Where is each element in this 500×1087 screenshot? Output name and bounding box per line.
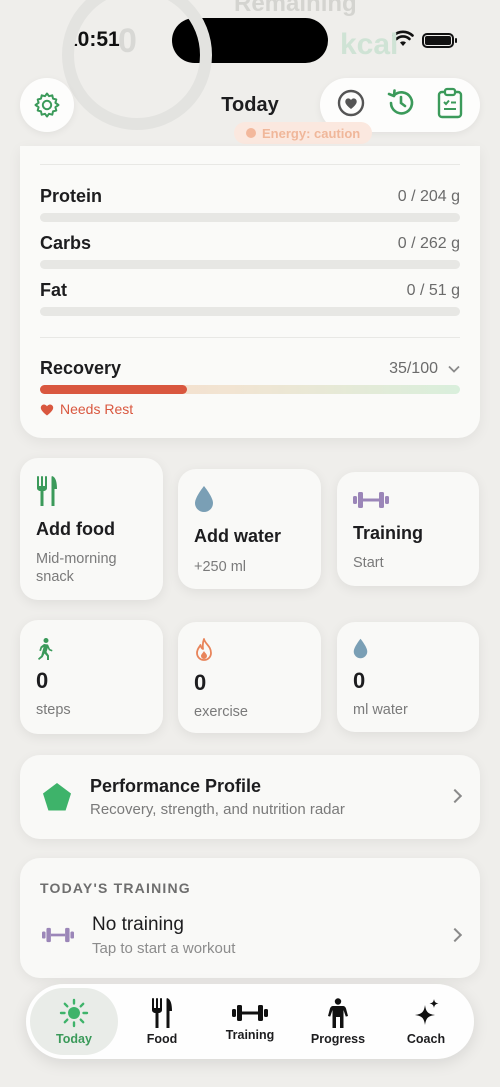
history-button[interactable] <box>385 87 417 124</box>
training-start-button[interactable]: Training Start <box>337 472 479 586</box>
macro-row-carbs: Carbs 0 / 262 g <box>40 233 460 273</box>
person-icon <box>328 997 348 1028</box>
recovery-progress-track <box>40 385 460 394</box>
checklist-button[interactable] <box>436 87 464 124</box>
tab-label: Food <box>146 1031 178 1046</box>
training-status-title: No training <box>92 914 184 935</box>
profile-subtitle: Recovery, strength, and nutrition radar <box>90 801 345 818</box>
recovery-score-value: 35/100 <box>389 360 438 377</box>
recovery-progress-bar <box>40 385 187 394</box>
utensils-icon <box>152 997 172 1028</box>
steps-value: 0 <box>36 668 49 693</box>
steps-label: steps <box>36 702 71 718</box>
macro-progress-track <box>40 260 460 269</box>
macro-row-protein: Protein 0 / 204 g <box>40 186 460 226</box>
recovery-status-label: Needs Rest <box>60 401 134 417</box>
tab-label: Coach <box>406 1031 446 1046</box>
macros-card: Protein 0 / 204 g Carbs 0 / 262 g Fat 0 … <box>20 146 480 438</box>
sun-icon <box>59 998 89 1027</box>
profile-title: Performance Profile <box>90 776 262 796</box>
heart-icon <box>40 403 54 415</box>
water-stat[interactable]: 0 ml water <box>337 622 479 732</box>
macro-progress-track <box>40 213 460 222</box>
macro-value: 0 / 204 g <box>397 188 460 205</box>
chevron-down-icon <box>448 365 460 373</box>
battery-icon <box>422 33 457 48</box>
tab-label: Progress <box>310 1031 366 1046</box>
energy-badge-label: Energy: caution <box>262 125 361 141</box>
tab-today[interactable]: Today <box>30 988 118 1055</box>
flame-icon <box>196 638 212 661</box>
steps-stat[interactable]: 0 steps <box>20 620 163 734</box>
water-label: ml water <box>353 702 408 718</box>
chevron-right-icon <box>447 927 463 943</box>
training-status-subtitle: Tap to start a workout <box>92 940 236 957</box>
recovery-status: Needs Rest <box>40 401 133 417</box>
chevron-right-icon <box>447 788 463 804</box>
macro-name: Carbs <box>40 233 92 253</box>
tab-bar: Today Food Training Progress Coach <box>26 984 474 1059</box>
history-icon <box>387 88 414 115</box>
add-water-title: Add water <box>194 526 282 546</box>
dumbbell-icon <box>353 492 389 508</box>
add-water-button[interactable]: Add water +250 ml <box>178 469 321 589</box>
recovery-section[interactable]: Recovery 35/100 Needs Rest <box>40 358 460 417</box>
wifi-icon <box>392 30 414 46</box>
tab-label: Training <box>225 1027 275 1042</box>
add-water-subtitle: +250 ml <box>194 559 246 575</box>
exercise-label: exercise <box>194 704 248 720</box>
tab-label: Today <box>56 1031 92 1046</box>
macro-name: Fat <box>40 280 67 300</box>
utensils-icon <box>37 476 57 506</box>
divider <box>40 164 460 165</box>
energy-status-badge: Energy: caution <box>234 122 373 144</box>
training-title: Training <box>353 523 424 543</box>
macro-value: 0 / 51 g <box>406 282 460 299</box>
training-subtitle: Start <box>353 555 384 571</box>
add-food-subtitle: Mid-morning snack <box>36 551 117 585</box>
clipboard-icon <box>438 87 463 118</box>
dumbbell-icon <box>42 927 74 943</box>
todays-training-card[interactable]: TODAY'S TRAINING No training Tap to star… <box>20 858 480 978</box>
water-drop-icon <box>195 486 213 512</box>
water-drop-icon <box>353 638 368 659</box>
dumbbell-icon <box>232 1004 268 1021</box>
tab-training[interactable]: Training <box>206 988 294 1055</box>
pentagon-icon <box>43 783 71 811</box>
add-food-button[interactable]: Add food Mid-morning snack <box>20 458 163 600</box>
health-button[interactable] <box>336 88 366 123</box>
sparkles-icon <box>415 998 439 1025</box>
tab-progress[interactable]: Progress <box>294 988 382 1055</box>
macro-value: 0 / 262 g <box>397 235 460 252</box>
water-value: 0 <box>353 668 366 693</box>
heart-circle-icon <box>337 89 364 116</box>
performance-profile-row[interactable]: Performance Profile Recovery, strength, … <box>20 755 480 839</box>
energy-icon <box>246 128 256 138</box>
macro-name: Protein <box>40 186 103 206</box>
recovery-score: 35/100 <box>389 360 460 378</box>
section-title: TODAY'S TRAINING <box>40 880 191 896</box>
exercise-stat[interactable]: 0 exercise <box>178 622 321 733</box>
tab-food[interactable]: Food <box>118 988 206 1055</box>
walking-icon <box>38 638 53 660</box>
macro-row-fat: Fat 0 / 51 g <box>40 280 460 320</box>
divider <box>40 337 460 338</box>
macro-progress-track <box>40 307 460 316</box>
add-food-title: Add food <box>36 519 115 539</box>
exercise-value: 0 <box>194 670 207 695</box>
tab-coach[interactable]: Coach <box>382 988 470 1055</box>
